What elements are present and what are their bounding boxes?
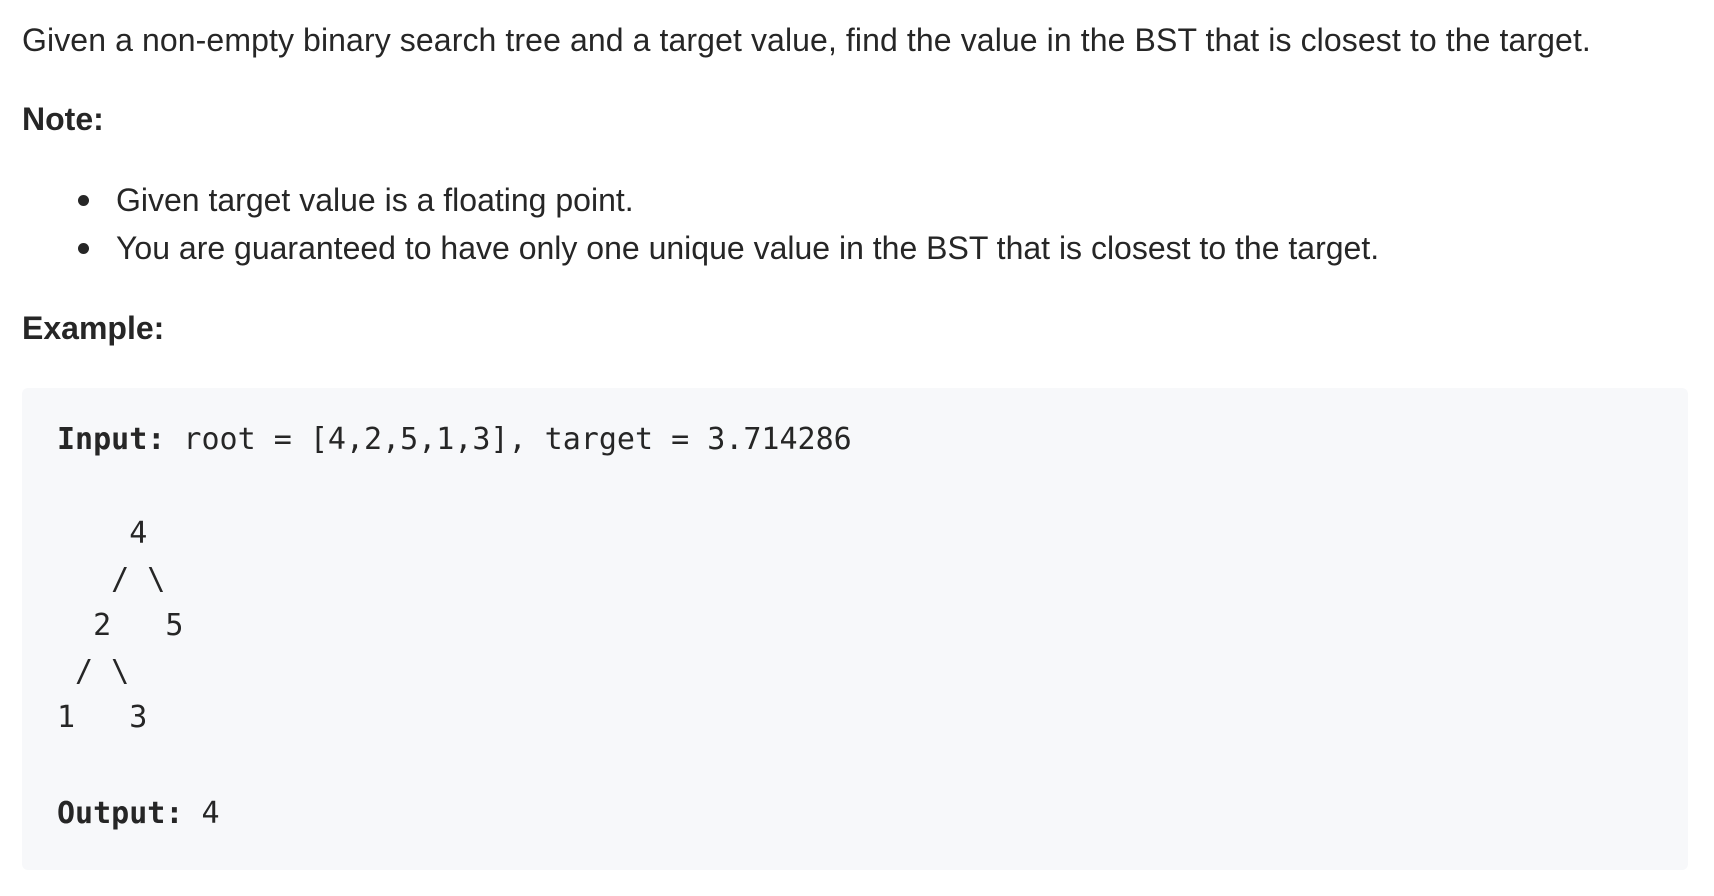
tree-line: 4 [57, 516, 148, 551]
note-heading: Note: [22, 100, 104, 137]
problem-statement: Given a non-empty binary search tree and… [22, 22, 1591, 58]
note-text: Given target value is a floating point. [116, 181, 634, 218]
example-code-block: Input: root = [4,2,5,1,3], target = 3.71… [22, 388, 1688, 870]
problem-description: Given a non-empty binary search tree and… [0, 0, 1714, 896]
note-text: You are guaranteed to have only one uniq… [116, 229, 1380, 266]
note-item: You are guaranteed to have only one uniq… [78, 224, 1692, 272]
input-value: root = [4,2,5,1,3], target = 3.714286 [165, 422, 852, 457]
bullet-icon [78, 194, 89, 206]
example-input-line: Input: root = [4,2,5,1,3], target = 3.71… [57, 416, 1688, 464]
example-output-line: Output: 4 [57, 790, 1688, 838]
output-label: Output: [57, 796, 184, 831]
tree-line: / \ [57, 654, 130, 689]
input-label: Input: [57, 422, 166, 457]
tree-diagram: 4 / \ 2 5 / \ 1 3 [57, 510, 1688, 834]
tree-line: 2 5 [57, 608, 184, 643]
tree-line: / \ [57, 562, 166, 597]
tree-line: 1 3 [57, 700, 148, 735]
note-item: Given target value is a floating point. [78, 176, 1692, 224]
output-value: 4 [183, 796, 220, 831]
example-heading: Example: [22, 309, 165, 346]
note-list: Given target value is a floating point. … [22, 176, 1692, 272]
bullet-icon [78, 242, 89, 254]
